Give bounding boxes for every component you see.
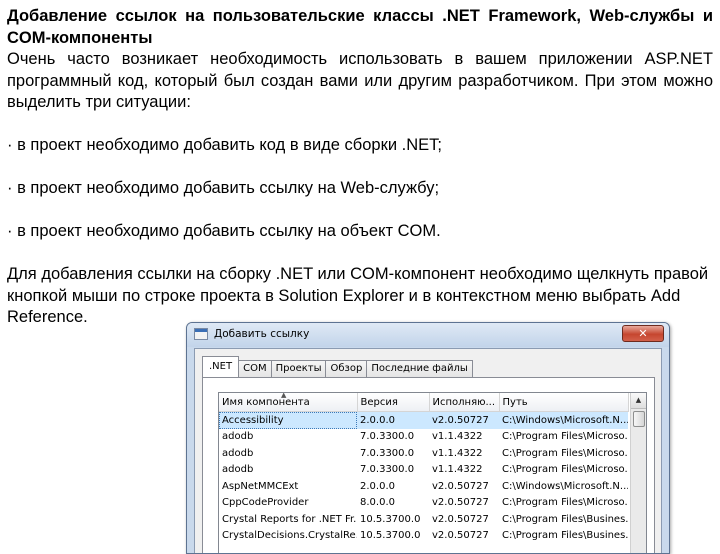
bullet-item: · в проект необходимо добавить ссылку на… xyxy=(7,179,440,197)
cell-path: C:\Program Files\Microso... xyxy=(502,431,628,443)
cell-path: C:\Windows\Microsoft.N... xyxy=(502,480,628,492)
cell-path: C:\Program Files\Microso... xyxy=(502,447,628,459)
tab-projects[interactable]: Проекты xyxy=(270,360,327,377)
document-text: Добавление ссылок на пользовательские кл… xyxy=(7,6,713,329)
cell-name: AspNetMMCExt xyxy=(222,480,299,492)
cell-version: 8.0.0.0 xyxy=(360,497,395,509)
cell-name: CppCodeProvider xyxy=(222,497,309,509)
dialog-client: .NET COM Проекты Обзор Последние файлы ▲… xyxy=(194,348,662,553)
table-row[interactable]: adodb 7.0.3300.0 v1.1.4322 C:\Program Fi… xyxy=(219,429,628,446)
vertical-scrollbar[interactable]: ▲ xyxy=(630,393,646,553)
cell-name: adodb xyxy=(222,431,254,443)
sort-caret-icon: ▲ xyxy=(281,393,287,399)
tab-strip: .NET COM Проекты Обзор Последние файлы xyxy=(202,356,473,377)
tab-browse[interactable]: Обзор xyxy=(325,360,368,377)
table-row[interactable]: Crystal Reports for .NET Fr... 10.5.3700… xyxy=(219,511,628,528)
cell-runtime: v1.1.4322 xyxy=(432,431,483,443)
cell-runtime: v2.0.50727 xyxy=(432,530,489,542)
cell-version: 10.5.3700.0 xyxy=(360,513,421,525)
bullet-item: · в проект необходимо добавить ссылку на… xyxy=(7,222,441,240)
cell-runtime: v1.1.4322 xyxy=(432,464,483,476)
column-header-name[interactable]: ▲ Имя компонента xyxy=(219,393,358,412)
table-header: ▲ Имя компонента Версия Исполняю... Путь xyxy=(219,393,629,412)
cell-name: CrystalDecisions.CrystalRe... xyxy=(222,530,357,542)
component-list[interactable]: ▲ Имя компонента Версия Исполняю... Путь … xyxy=(218,392,647,553)
cell-path: C:\Windows\Microsoft.N... xyxy=(499,411,628,429)
bullet-item: · в проект необходимо добавить код в вид… xyxy=(7,136,442,154)
outro-paragraph: Для добавления ссылки на сборку .NET или… xyxy=(7,265,709,326)
cell-path: C:\Program Files\Microso... xyxy=(502,497,628,509)
scroll-thumb[interactable] xyxy=(633,411,645,427)
intro-paragraph: Очень часто возникает необходимость испо… xyxy=(7,50,713,111)
tab-com[interactable]: COM xyxy=(238,360,272,377)
cell-path: C:\Program Files\Busines... xyxy=(502,530,628,542)
table-row[interactable]: AspNetMMCExt 2.0.0.0 v2.0.50727 C:\Windo… xyxy=(219,478,628,495)
cell-version: 2.0.0.0 xyxy=(360,480,395,492)
add-reference-dialog: Добавить ссылку ✕ .NET COM Проекты Обзор… xyxy=(186,322,670,554)
cell-path: C:\Program Files\Microso... xyxy=(502,464,628,476)
table-row[interactable]: CppCodeProvider 8.0.0.0 v2.0.50727 C:\Pr… xyxy=(219,495,628,512)
cell-version: 7.0.3300.0 xyxy=(360,431,415,443)
column-header-runtime[interactable]: Исполняю... xyxy=(429,393,500,412)
table-row[interactable]: adodb 7.0.3300.0 v1.1.4322 C:\Program Fi… xyxy=(219,445,628,462)
table-row[interactable]: CrystalDecisions.CrystalRe... 10.5.3700.… xyxy=(219,528,628,545)
cell-runtime: v2.0.50727 xyxy=(432,513,489,525)
table-row[interactable]: adodb 7.0.3300.0 v1.1.4322 C:\Program Fi… xyxy=(219,462,628,479)
cell-runtime: v2.0.50727 xyxy=(432,497,489,509)
tab-dotnet[interactable]: .NET xyxy=(202,356,240,377)
tab-panel: ▲ Имя компонента Версия Исполняю... Путь … xyxy=(202,377,655,553)
window-icon xyxy=(194,328,208,340)
close-button[interactable]: ✕ xyxy=(622,325,664,342)
cell-name: adodb xyxy=(222,447,254,459)
dialog-titlebar[interactable]: Добавить ссылку ✕ xyxy=(187,323,669,347)
table-row[interactable]: Accessibility 2.0.0.0 v2.0.50727 C:\Wind… xyxy=(219,411,628,429)
tab-recent[interactable]: Последние файлы xyxy=(366,360,473,377)
cell-name: Crystal Reports for .NET Fr... xyxy=(222,513,357,525)
cell-name: Accessibility xyxy=(219,411,357,429)
document-heading: Добавление ссылок на пользовательские кл… xyxy=(7,7,713,47)
column-header-path[interactable]: Путь xyxy=(499,393,629,412)
cell-version: 2.0.0.0 xyxy=(357,411,429,429)
cell-runtime: v2.0.50727 xyxy=(429,411,499,429)
cell-runtime: v1.1.4322 xyxy=(432,447,483,459)
cell-runtime: v2.0.50727 xyxy=(432,480,489,492)
component-table: ▲ Имя компонента Версия Исполняю... Путь … xyxy=(219,393,629,544)
column-header-version[interactable]: Версия xyxy=(357,393,430,412)
cell-name: adodb xyxy=(222,464,254,476)
cell-version: 7.0.3300.0 xyxy=(360,447,415,459)
cell-version: 10.5.3700.0 xyxy=(360,530,421,542)
dialog-title: Добавить ссылку xyxy=(214,328,310,340)
cell-version: 7.0.3300.0 xyxy=(360,464,415,476)
scroll-up-arrow-icon[interactable]: ▲ xyxy=(631,393,646,409)
cell-path: C:\Program Files\Busines... xyxy=(502,513,628,525)
